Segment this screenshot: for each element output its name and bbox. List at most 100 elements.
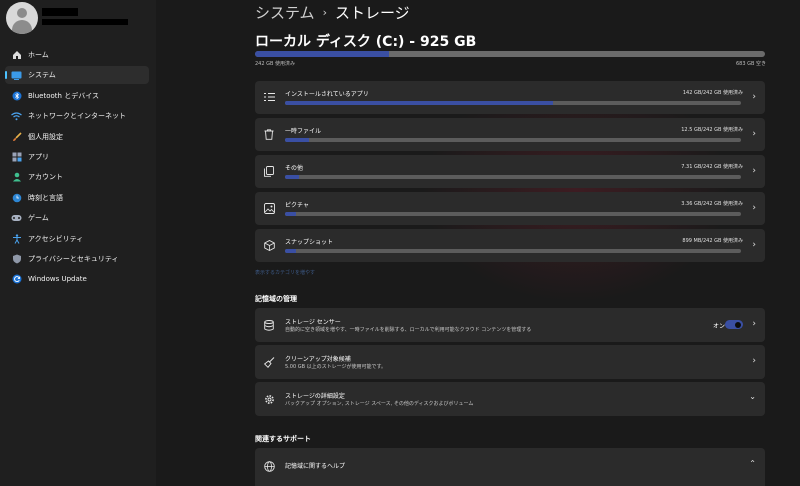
sidebar: ホーム システム Bluetooth とデバイス ネットワークとインターネット … <box>0 0 156 486</box>
storage-help-label: 記憶域に関するヘルプ <box>285 463 346 470</box>
sidebar-item-bluetooth[interactable]: Bluetooth とデバイス <box>5 87 149 105</box>
shield-icon <box>11 253 22 264</box>
chevron-right-icon: › <box>752 166 756 176</box>
trash-icon <box>263 128 275 140</box>
category-label: スナップショット <box>285 239 334 246</box>
chevron-right-icon: › <box>752 319 756 329</box>
sidebar-item-accounts[interactable]: アカウント <box>5 168 149 186</box>
category-value: 12.5 GB/242 GB 使用済み <box>681 127 743 133</box>
category-label: インストールされているアプリ <box>285 91 369 98</box>
user-profile[interactable] <box>6 2 156 36</box>
sidebar-item-label: 時刻と言語 <box>28 193 63 202</box>
cleanup-description: 5.00 GB 以上のストレージが使用可能です。 <box>285 364 387 370</box>
chevron-right-icon: › <box>752 129 756 139</box>
breadcrumb-system-link[interactable]: システム <box>255 2 315 23</box>
sidebar-item-label: アプリ <box>28 152 49 161</box>
category-value: 7.31 GB/242 GB 使用済み <box>681 164 743 170</box>
cleanup-recommendations-card[interactable]: クリーンアップ対象候補 5.00 GB 以上のストレージが使用可能です。 › <box>255 345 765 379</box>
account-icon <box>11 172 22 183</box>
sidebar-nav: ホーム システム Bluetooth とデバイス ネットワークとインターネット … <box>5 46 149 291</box>
breadcrumb: システム › ストレージ <box>255 2 410 23</box>
category-usage-bar <box>285 138 741 142</box>
gear-icon <box>263 393 275 405</box>
category-label: 一時ファイル <box>285 128 322 135</box>
category-card-installed-apps[interactable]: インストールされているアプリ 142 GB/242 GB 使用済み › <box>255 81 765 114</box>
avatar <box>6 2 38 34</box>
chevron-right-icon: › <box>752 203 756 213</box>
category-usage-fill <box>285 175 299 179</box>
sidebar-item-label: ゲーム <box>28 214 49 223</box>
storage-sense-card[interactable]: ストレージ センサー 自動的に空き領域を増やす、一時ファイルを削除する、ローカル… <box>255 308 765 342</box>
storage-sense-toggle[interactable] <box>725 320 743 329</box>
apps-icon <box>11 151 22 162</box>
category-card-other[interactable]: その他 7.31 GB/242 GB 使用済み › <box>255 155 765 188</box>
storage-sense-description: 自動的に空き領域を増やす、一時ファイルを削除する、ローカルで利用可能なクラウド … <box>285 327 532 333</box>
category-usage-fill <box>285 138 309 142</box>
sidebar-item-network[interactable]: ネットワークとインターネット <box>5 107 149 125</box>
section-title-related-support: 関連するサポート <box>255 435 311 443</box>
category-usage-bar <box>285 175 741 179</box>
broom-icon <box>263 356 275 368</box>
chevron-down-icon: ⌄ <box>749 392 756 401</box>
category-usage-bar <box>285 212 741 216</box>
sidebar-item-time-language[interactable]: 時刻と言語 <box>5 189 149 207</box>
sidebar-item-label: Windows Update <box>28 275 87 284</box>
apps-list-icon <box>263 91 275 103</box>
chevron-right-icon: › <box>752 240 756 250</box>
sidebar-item-home[interactable]: ホーム <box>5 46 149 64</box>
sidebar-item-label: アカウント <box>28 173 63 182</box>
sidebar-item-windows-update[interactable]: Windows Update <box>5 270 149 288</box>
breadcrumb-separator: › <box>322 6 327 19</box>
storage-help-card[interactable]: 記憶域に関するヘルプ ⌃ <box>255 448 765 486</box>
category-label: ピクチャ <box>285 202 309 209</box>
user-email-redacted <box>42 19 128 25</box>
sidebar-item-label: ネットワークとインターネット <box>28 112 126 121</box>
category-card-snapshots[interactable]: スナップショット 899 MB/242 GB 使用済み › <box>255 229 765 262</box>
user-name-redacted <box>42 8 78 16</box>
category-label: その他 <box>285 165 304 172</box>
sidebar-item-label: アクセシビリティ <box>28 234 84 243</box>
advanced-settings-description: バックアップ オプション, ストレージ スペース, その他のディスクおよびボリュ… <box>285 401 474 407</box>
home-icon <box>11 50 22 61</box>
category-usage-bar <box>285 101 741 105</box>
sidebar-item-label: Bluetooth とデバイス <box>28 91 99 100</box>
category-card-temp-files[interactable]: 一時ファイル 12.5 GB/242 GB 使用済み › <box>255 118 765 151</box>
sidebar-item-privacy[interactable]: プライバシーとセキュリティ <box>5 250 149 268</box>
category-usage-fill <box>285 249 297 253</box>
category-usage-fill <box>285 101 553 105</box>
globe-clock-icon <box>11 192 22 203</box>
category-usage-bar <box>285 249 741 253</box>
system-icon <box>11 70 22 81</box>
snapshot-icon <box>263 239 275 251</box>
sidebar-item-personalization[interactable]: 個人用設定 <box>5 128 149 146</box>
sidebar-item-system[interactable]: システム <box>5 66 149 85</box>
category-card-pictures[interactable]: ピクチャ 3.36 GB/242 GB 使用済み › <box>255 192 765 225</box>
storage-sense-toggle-label: オン <box>712 323 725 330</box>
globe-icon <box>263 460 275 472</box>
documents-icon <box>263 165 275 177</box>
show-more-categories-link[interactable]: 表示するカテゴリを増やす <box>255 269 315 276</box>
drive-free-text: 683 GB 空き <box>735 61 766 67</box>
sidebar-item-apps[interactable]: アプリ <box>5 148 149 166</box>
sidebar-item-label: ホーム <box>28 51 49 59</box>
advanced-settings-label: ストレージの詳細設定 <box>285 393 345 400</box>
sidebar-item-label: システム <box>28 71 56 80</box>
database-icon <box>263 319 275 331</box>
chevron-up-icon: ⌃ <box>749 459 756 468</box>
sidebar-item-label: プライバシーとセキュリティ <box>28 254 119 263</box>
advanced-storage-settings-card[interactable]: ストレージの詳細設定 バックアップ オプション, ストレージ スペース, その他… <box>255 382 765 416</box>
chevron-right-icon: › <box>752 356 756 366</box>
chevron-right-icon: › <box>752 92 756 102</box>
sidebar-item-label: 個人用設定 <box>28 132 63 141</box>
category-value: 3.36 GB/242 GB 使用済み <box>681 201 743 207</box>
accessibility-icon <box>11 233 22 244</box>
sidebar-item-accessibility[interactable]: アクセシビリティ <box>5 230 149 248</box>
drive-title: ローカル ディスク (C:) - 925 GB <box>255 34 477 50</box>
section-title-storage-management: 記憶域の管理 <box>255 295 297 303</box>
sidebar-item-gaming[interactable]: ゲーム <box>5 209 149 227</box>
category-usage-fill <box>285 212 297 216</box>
drive-used-text: 242 GB 使用済み <box>255 61 296 67</box>
drive-usage-bar <box>255 51 765 57</box>
cleanup-label: クリーンアップ対象候補 <box>285 356 351 363</box>
drive-usage-fill <box>255 51 389 57</box>
